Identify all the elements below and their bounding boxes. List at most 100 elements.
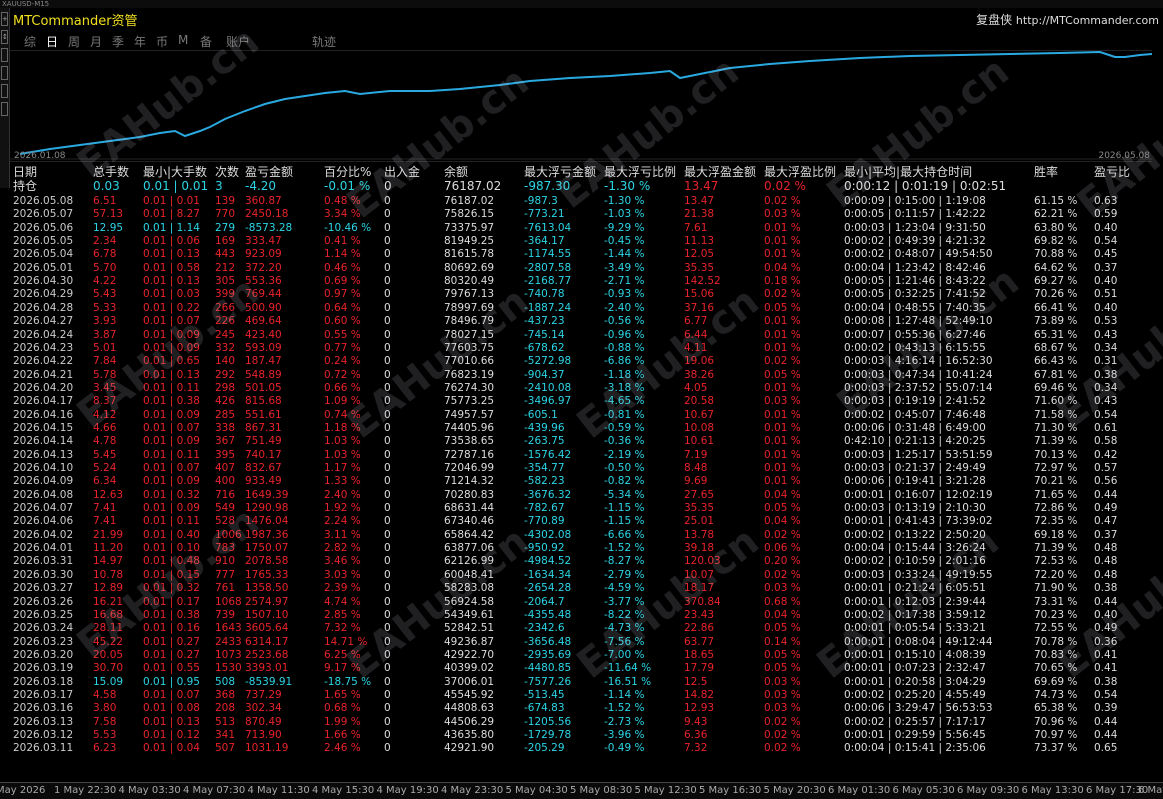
cell-8: -263.75	[524, 435, 565, 448]
cell-0: 2026.03.13	[13, 715, 74, 728]
cell-6: 0	[384, 421, 391, 434]
cell-10: 27.65	[684, 488, 715, 501]
table-row: 2026.03.25 16.68 0.01 | 0.38 739 1507.10 2.85…	[0, 609, 1163, 622]
cell-11: 0.68 %	[764, 595, 801, 608]
toolbar-box-icon[interactable]	[1, 84, 8, 98]
cell-12: 0:00:03 | 0:13:19 | 2:10:30	[844, 502, 986, 515]
cell-9: -0.81 %	[604, 408, 645, 421]
cell-8: -7577.26	[524, 675, 572, 688]
cell-8: -674.83	[524, 702, 565, 715]
cell-1: 12.95	[93, 221, 124, 234]
cell-4: 1290.98	[245, 502, 289, 515]
equity-curve-svg	[10, 51, 1152, 160]
cell-7: 77603.75	[444, 341, 495, 354]
toolbar-box-icon[interactable]	[1, 66, 8, 80]
toolbar-box-icon[interactable]	[1, 102, 8, 116]
toolbar-cross-icon[interactable]: +	[1, 12, 8, 26]
cell-11: 0.02 %	[764, 729, 801, 741]
tab-4[interactable]: 季	[112, 33, 124, 50]
cell-2: 0.01 | 0.12	[143, 729, 200, 741]
cell-7: 44808.63	[444, 702, 495, 715]
cell-8: -770.89	[524, 515, 565, 528]
cell-8: -2807.58	[524, 261, 572, 274]
cell-12: 0:00:05 | 0:32:25 | 7:41:52	[844, 288, 986, 301]
cell-1: 14.97	[93, 555, 124, 568]
cell-5: 1.17 %	[324, 462, 361, 474]
cell-5: 1.66 %	[324, 729, 361, 741]
cell-14: 0.63	[1094, 195, 1118, 207]
cell-6: 0	[384, 742, 391, 755]
cell-3: 507	[215, 742, 236, 755]
cell-1: 28.11	[93, 622, 124, 635]
cell-8: -1634.34	[524, 568, 572, 581]
tab-0[interactable]: 综	[24, 33, 36, 50]
tab-2[interactable]: 周	[68, 33, 80, 50]
table-row: 2026.04.08 12.63 0.01 | 0.32 716 1649.39 2.40…	[0, 489, 1163, 502]
cell-3: 1643	[215, 622, 242, 635]
axis-tick-label: 5 May 20:30	[763, 785, 826, 796]
cell-4: 769.44	[245, 288, 282, 301]
cell-6: 0	[384, 221, 391, 234]
tab-8[interactable]: 备	[200, 33, 212, 50]
cell-8: -5272.98	[524, 355, 572, 368]
brand-url[interactable]: http://MTCommander.com	[1016, 14, 1159, 27]
tab-9[interactable]: 账户	[226, 33, 250, 50]
cell-3: 305	[215, 275, 236, 288]
tab-7[interactable]: M	[178, 33, 188, 47]
cell-8: -2168.77	[524, 275, 572, 288]
cell-4: 713.90	[245, 729, 282, 741]
cell-4: 423.40	[245, 328, 282, 341]
cell-12: 0:00:02 | 0:43:13 | 6:15:55	[844, 341, 986, 354]
cell-11: 0.05 %	[764, 648, 801, 661]
cell-1: 2.34	[93, 235, 117, 248]
cell-6: 0	[384, 235, 391, 248]
cell-12: 0:00:01 | 0:07:23 | 2:32:47	[844, 662, 986, 675]
cell-14: 0.40	[1094, 221, 1118, 234]
cell-10: 23.43	[684, 608, 715, 621]
cell-4: 870.49	[245, 715, 282, 728]
cell-10: 37.16	[684, 301, 715, 314]
cell-7: 76187.02	[444, 195, 495, 207]
cell-4: 1507.10	[245, 608, 289, 621]
cell-0: 2026.03.19	[13, 662, 74, 675]
cell-14: 0.49	[1094, 502, 1118, 515]
cell-2: 0.01 | 0.95	[143, 675, 200, 688]
cell-4: 3605.64	[245, 622, 289, 635]
cell-0: 2026.04.10	[13, 462, 74, 474]
cell-3: 341	[215, 729, 236, 741]
cell-10: 17.79	[684, 662, 715, 675]
tab-6[interactable]: 币	[156, 33, 168, 50]
tab-10[interactable]: 轨迹	[312, 33, 336, 50]
axis-tick-label: 5 May 12:30	[634, 785, 697, 796]
tab-1[interactable]: 日	[46, 33, 58, 50]
cell-5: 2.24 %	[324, 515, 361, 528]
cell-8: -678.62	[524, 341, 565, 354]
tab-5[interactable]: 年	[134, 33, 146, 50]
cell-14: 0.61	[1094, 421, 1118, 434]
cell-12: 0:00:01 | 0:41:43 | 73:39:02	[844, 515, 993, 528]
cell-3: 285	[215, 408, 236, 421]
cell-0: 2026.04.01	[13, 542, 74, 555]
cell-2: 0.01 | 0.06	[143, 235, 200, 248]
cell-13: 72.35 %	[1034, 515, 1078, 528]
cell-12: 0:00:02 | 0:49:39 | 4:21:32	[844, 235, 986, 248]
cell-12: 0:00:03 | 1:25:17 | 53:51:59	[844, 448, 993, 461]
tab-3[interactable]: 月	[90, 33, 102, 50]
cell-8: -513.45	[524, 688, 565, 701]
cell-8: -7613.04	[524, 221, 572, 234]
cell-8: -2410.08	[524, 381, 572, 394]
toolbar-arrow-icon[interactable]: ↕	[1, 30, 8, 44]
cell-11: 0.05 %	[764, 622, 801, 635]
cell-6: 0	[384, 688, 391, 701]
cell-3: 368	[215, 688, 236, 701]
cell-4: 751.49	[245, 435, 282, 448]
cell-4: 500.90	[245, 301, 282, 314]
cell-11: 0.04 %	[764, 488, 801, 501]
cell-8: -782.67	[524, 502, 565, 515]
cell-14: 0.44	[1094, 595, 1118, 608]
cell-1: 7.84	[93, 355, 117, 368]
cell-11: 0.03 %	[764, 208, 801, 221]
brand-link[interactable]: 复盘侠 http://MTCommander.com	[976, 11, 1159, 28]
cell-1: 16.21	[93, 595, 124, 608]
toolbar-box-icon[interactable]	[1, 48, 8, 62]
